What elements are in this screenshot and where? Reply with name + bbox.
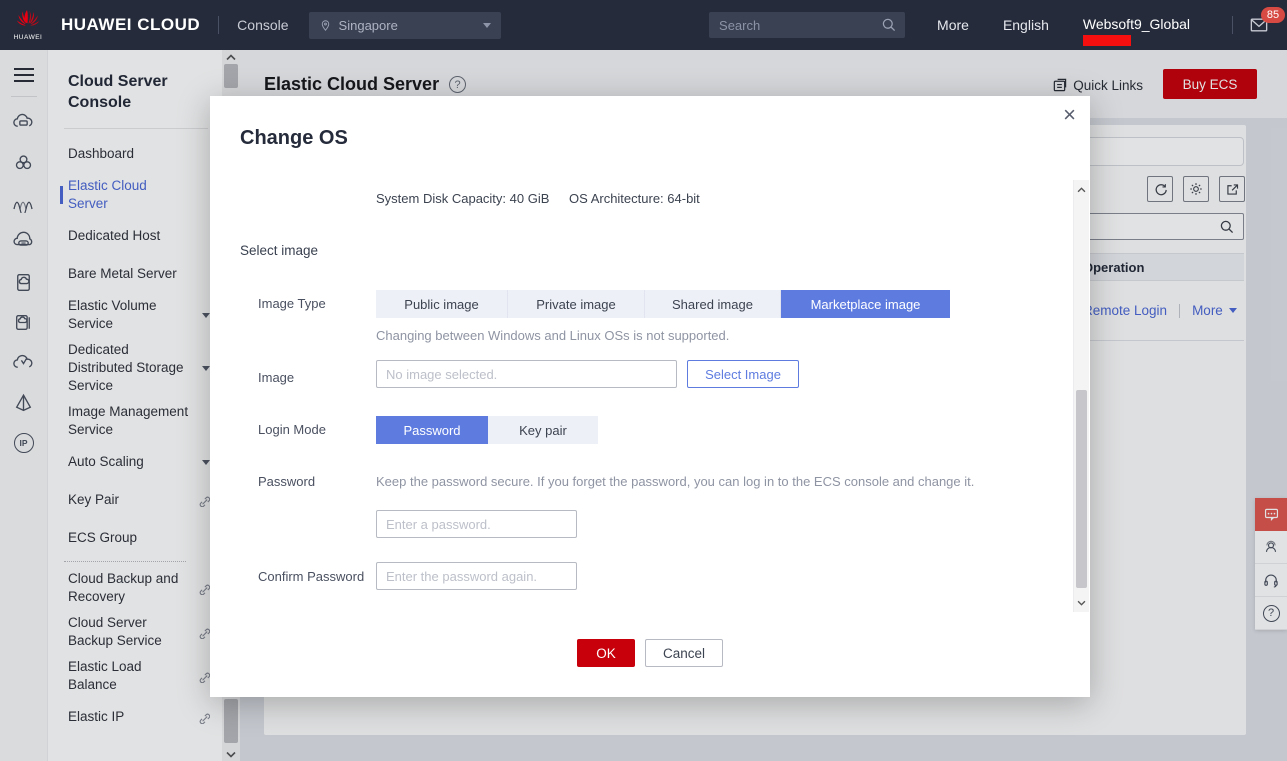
huawei-logo[interactable]: HUAWEI xyxy=(9,9,47,41)
scrollbar-thumb[interactable] xyxy=(1076,390,1087,588)
image-type-shared[interactable]: Shared image xyxy=(645,290,781,318)
modal-scrollbar xyxy=(1073,180,1089,612)
language-menu[interactable]: English xyxy=(1003,17,1049,33)
region-selector[interactable]: Singapore xyxy=(309,12,501,39)
location-pin-icon xyxy=(319,18,332,33)
screen: HUAWEI HUAWEI CLOUD Console Singapore Mo… xyxy=(0,0,1287,761)
image-type-segmented: Public image Private image Shared image … xyxy=(376,290,950,318)
confirm-password-input[interactable] xyxy=(376,562,577,590)
huawei-flower-icon xyxy=(15,9,41,33)
image-type-public[interactable]: Public image xyxy=(376,290,508,318)
region-value: Singapore xyxy=(339,18,398,33)
brand-title: HUAWEI CLOUD xyxy=(61,15,200,35)
modal-title: Change OS xyxy=(240,127,348,150)
close-icon[interactable]: × xyxy=(1063,104,1076,126)
cancel-button[interactable]: Cancel xyxy=(645,639,723,667)
login-mode-label: Login Mode xyxy=(258,422,326,437)
image-label: Image xyxy=(258,370,294,385)
topbar-right: More English Websoft9_Global 85 xyxy=(709,12,1269,38)
top-bar: HUAWEI HUAWEI CLOUD Console Singapore Mo… xyxy=(0,0,1287,50)
mail-badge: 85 xyxy=(1261,7,1285,23)
mail-area: 85 xyxy=(1216,16,1269,34)
global-search-input[interactable] xyxy=(709,12,905,38)
select-image-section-label: Select image xyxy=(240,243,318,258)
image-input[interactable] xyxy=(376,360,677,388)
image-type-private[interactable]: Private image xyxy=(508,290,645,318)
os-architecture: OS Architecture: 64-bit xyxy=(569,191,700,206)
ok-button[interactable]: OK xyxy=(577,639,635,667)
mail-button[interactable]: 85 xyxy=(1249,16,1269,34)
topbar-divider xyxy=(1232,16,1233,34)
more-menu[interactable]: More xyxy=(937,17,969,33)
password-note: Keep the password secure. If you forget … xyxy=(376,474,974,489)
image-type-note: Changing between Windows and Linux OSs i… xyxy=(376,328,729,343)
username: Websoft9_Global xyxy=(1083,16,1190,32)
account-menu[interactable]: Websoft9_Global xyxy=(1083,16,1190,34)
system-disk-capacity: System Disk Capacity: 40 GiB xyxy=(376,191,549,206)
global-search xyxy=(709,12,905,38)
scroll-up-icon[interactable] xyxy=(1074,182,1089,197)
redaction-bar xyxy=(1083,35,1131,46)
search-icon[interactable] xyxy=(881,17,897,33)
system-info-row: System Disk Capacity: 40 GiB OS Architec… xyxy=(376,191,716,206)
confirm-password-label: Confirm Password xyxy=(258,569,364,584)
region-caret-icon xyxy=(483,23,491,28)
image-type-marketplace[interactable]: Marketplace image xyxy=(781,290,950,318)
login-mode-segmented: Password Key pair xyxy=(376,416,598,444)
image-type-label: Image Type xyxy=(258,296,326,311)
huawei-logo-text: HUAWEI xyxy=(14,34,43,41)
select-image-button[interactable]: Select Image xyxy=(687,360,799,388)
login-mode-key-pair[interactable]: Key pair xyxy=(488,416,598,444)
change-os-modal: × Change OS System Disk Capacity: 40 GiB… xyxy=(210,96,1090,697)
password-label: Password xyxy=(258,474,315,489)
password-input[interactable] xyxy=(376,510,577,538)
topbar-divider xyxy=(218,16,219,34)
scroll-down-icon[interactable] xyxy=(1074,595,1089,610)
login-mode-password[interactable]: Password xyxy=(376,416,488,444)
console-link[interactable]: Console xyxy=(237,17,288,33)
